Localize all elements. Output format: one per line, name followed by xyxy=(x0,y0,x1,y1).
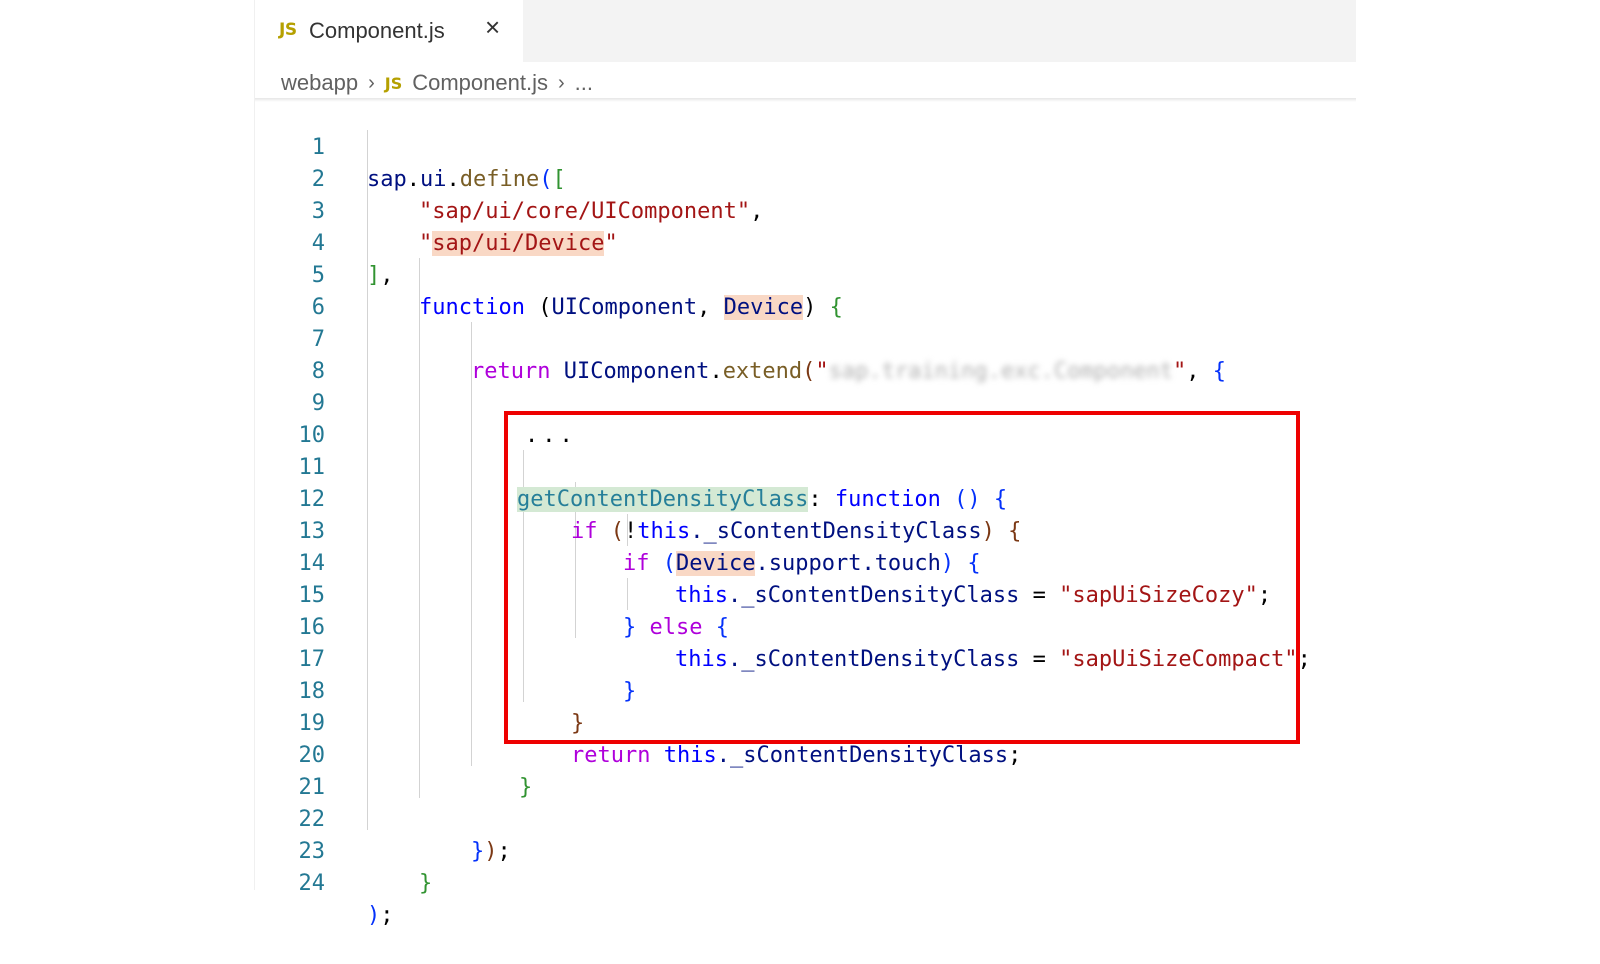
code-line: 9 ... xyxy=(255,356,1356,448)
code-line: 1 sap.ui.define([ xyxy=(255,100,1356,192)
code-line: 22 }); xyxy=(255,772,1356,864)
code-text: ); xyxy=(367,903,394,928)
highlight-box xyxy=(504,411,1300,744)
code-line: 3 "sap/ui/Device" xyxy=(255,164,1356,256)
code-line: 4 ], xyxy=(255,196,1356,288)
code-line: 2 "sap/ui/core/UIComponent", xyxy=(255,132,1356,224)
javascript-file-icon: JS xyxy=(384,73,403,93)
code-line: 5 function (UIComponent, Device) { xyxy=(255,228,1356,320)
javascript-file-icon: JS xyxy=(279,20,297,40)
code-line: 21 xyxy=(255,740,1356,800)
chevron-right-icon: › xyxy=(368,71,375,94)
code-line: 24 ); xyxy=(255,836,1356,928)
tab-bar: JS Component.js × xyxy=(255,0,1356,62)
code-line: 6 xyxy=(255,260,1356,320)
breadcrumb-more[interactable]: ... xyxy=(575,70,593,96)
tab-label: Component.js xyxy=(309,18,445,43)
line-number: 24 xyxy=(298,871,326,896)
code-line: 8 xyxy=(255,324,1356,384)
code-text: } xyxy=(419,871,433,896)
tab-component-js[interactable]: JS Component.js × xyxy=(255,0,523,62)
breadcrumb-folder[interactable]: webapp xyxy=(281,70,358,96)
code-line: 23 } xyxy=(255,804,1356,896)
breadcrumb: webapp › JS Component.js › ... xyxy=(281,68,593,98)
close-icon[interactable]: × xyxy=(485,14,500,40)
chevron-right-icon: › xyxy=(557,71,565,94)
code-line: 7 return UIComponent.extend("sap.trainin… xyxy=(255,292,1356,384)
breadcrumb-file[interactable]: Component.js xyxy=(412,70,548,96)
